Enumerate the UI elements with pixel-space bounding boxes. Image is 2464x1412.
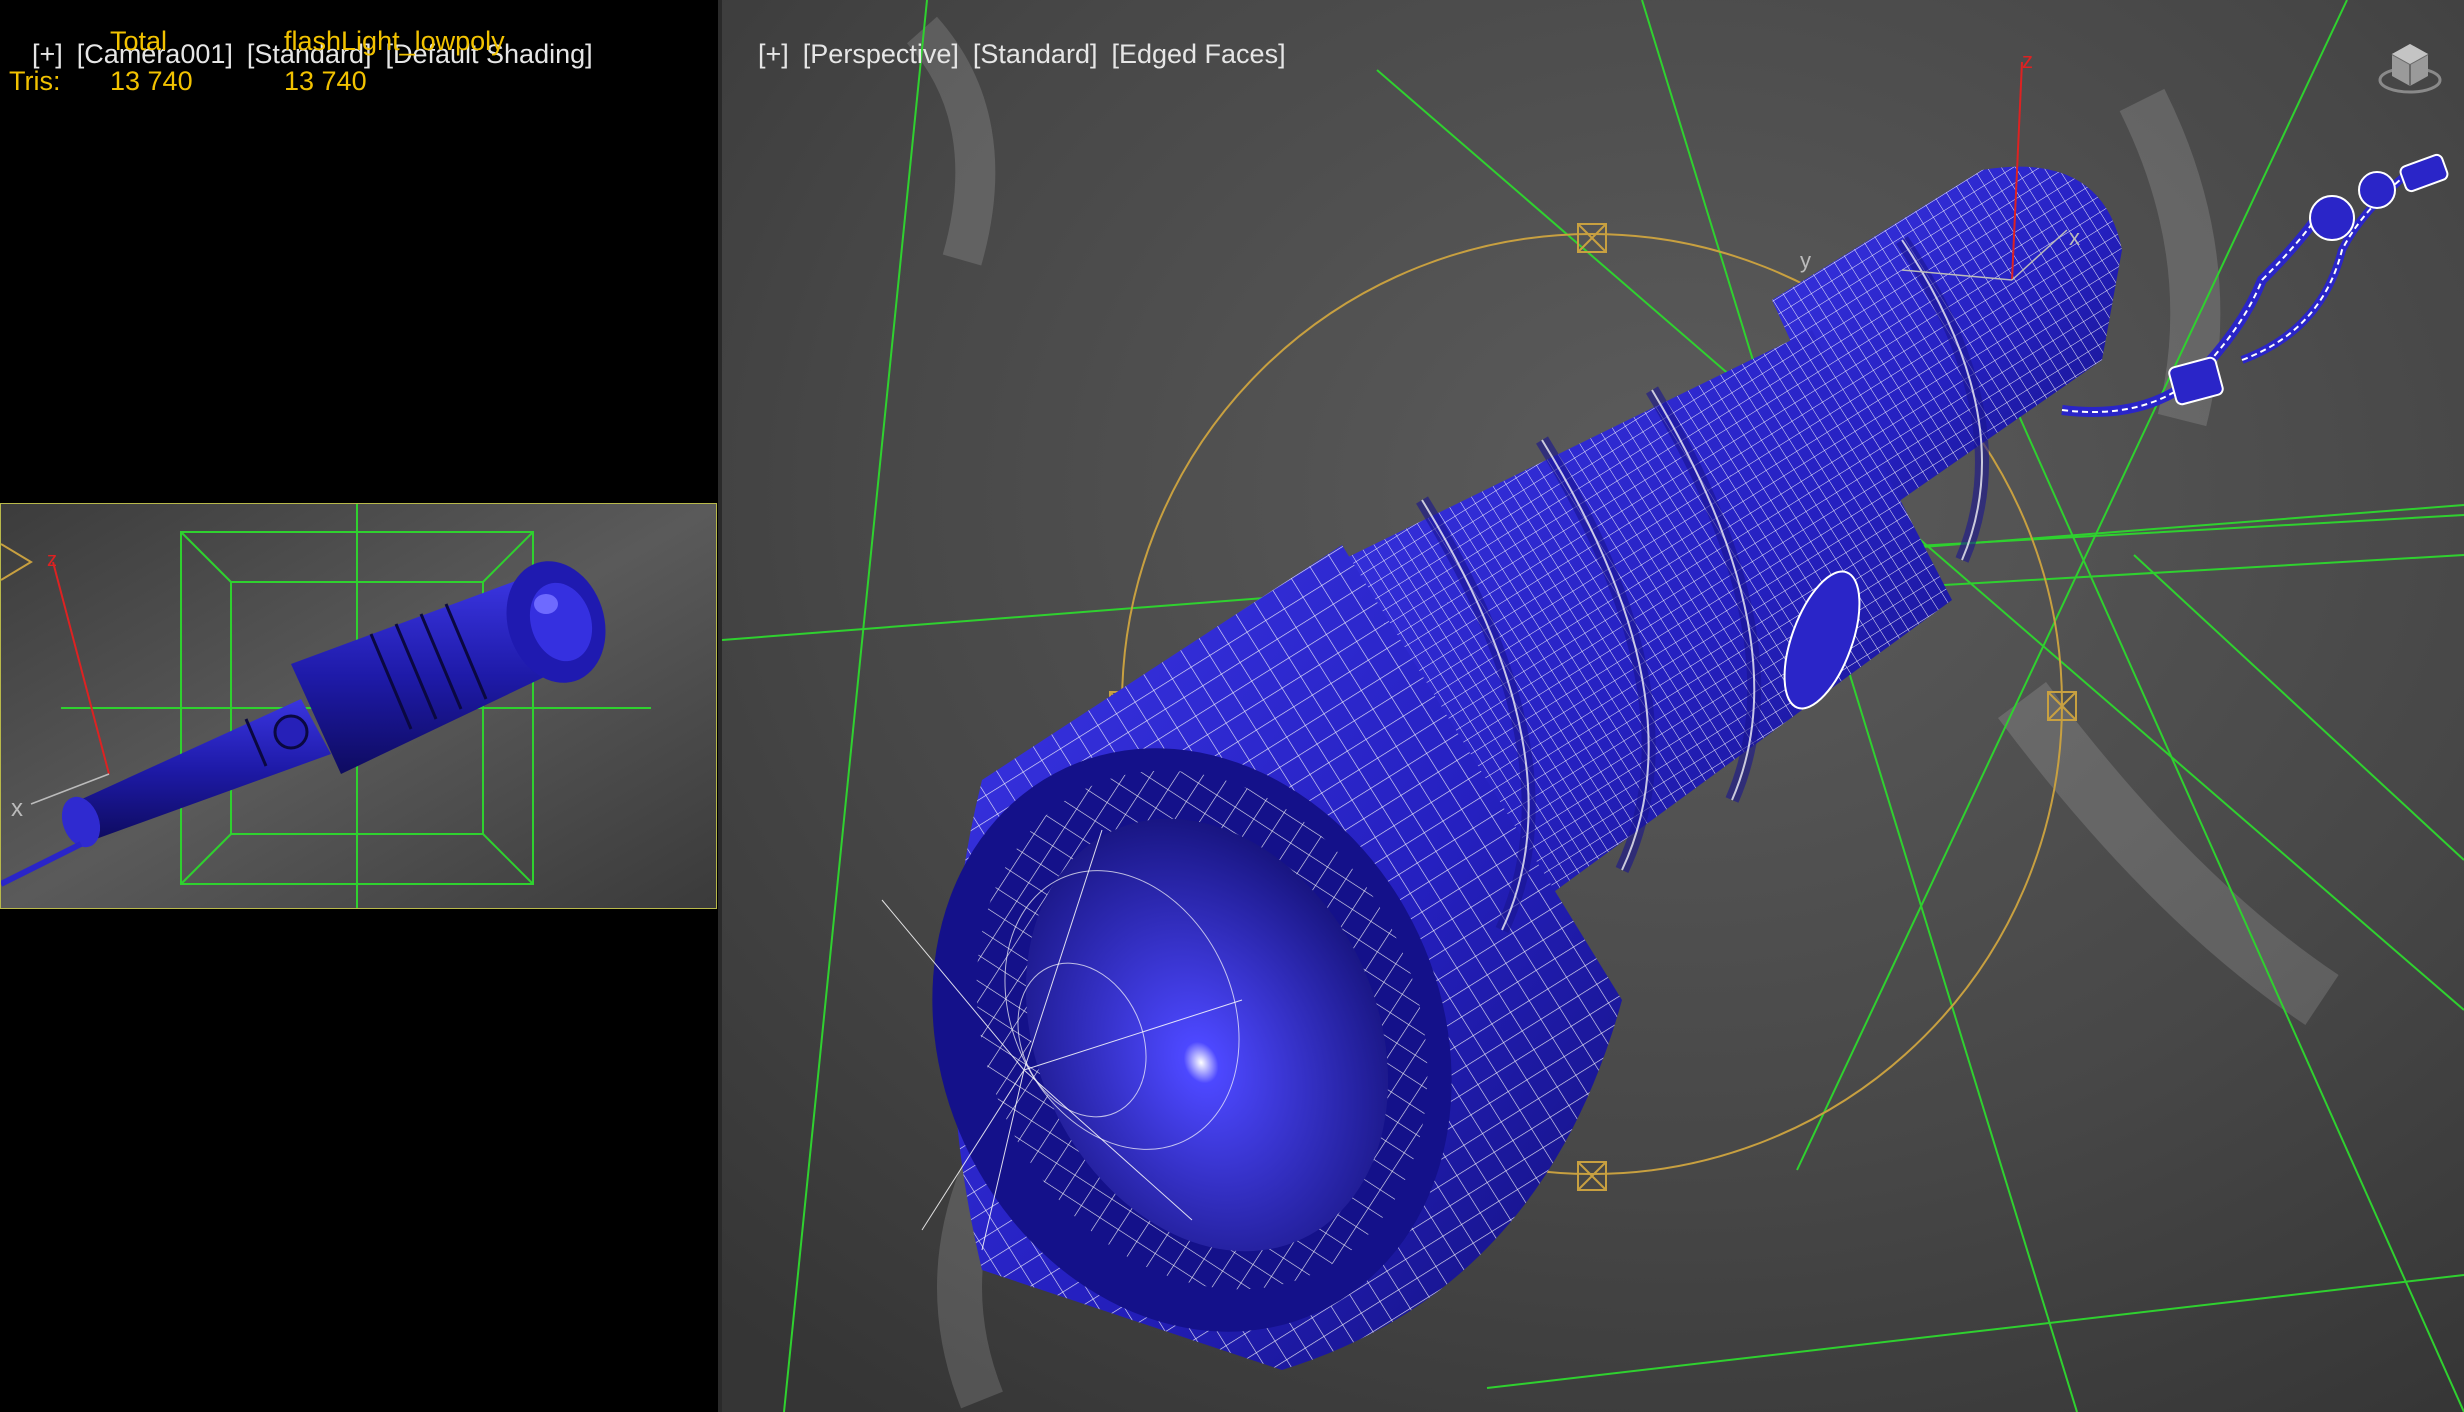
camera-render: z x (1, 504, 716, 908)
persp-axis-x: x (2069, 225, 2080, 250)
persp-shading-menu[interactable]: [Edged Faces] (1111, 39, 1285, 69)
stats-col-object: flashLight_lowpoly (284, 26, 505, 56)
perspective-render: z y x (722, 0, 2464, 1412)
inset-axis-x: x (11, 795, 23, 822)
persp-menu-plus[interactable]: [+] (758, 39, 789, 69)
camera-viewport[interactable]: [+] [Camera001] [Standard] [Default Shading… (0, 0, 718, 1412)
inset-axis-z: z (47, 549, 57, 571)
persp-view-menu[interactable]: [Perspective] (803, 39, 959, 69)
stats-object-value: 13 740 (284, 66, 367, 96)
persp-standard-menu[interactable]: [Standard] (973, 39, 1098, 69)
stats-col-total: Total (110, 26, 168, 56)
viewcube-icon[interactable] (2374, 30, 2446, 102)
persp-axis-y: y (1800, 248, 1811, 273)
camera-safe-frame: z x (0, 503, 717, 909)
viewport-menu-plus[interactable]: [+] (32, 39, 63, 69)
stats-row-tris: Tris: (9, 66, 61, 96)
persp-axis-z: z (2022, 48, 2033, 73)
stats-total-value: 13 740 (110, 66, 193, 96)
perspective-viewport[interactable]: z y x [+] [Perspective] [Standard] [Edged F… (722, 0, 2464, 1412)
perspective-viewport-label[interactable]: [+] [Perspective] [Standard] [Edged Faces] (728, 8, 1300, 101)
